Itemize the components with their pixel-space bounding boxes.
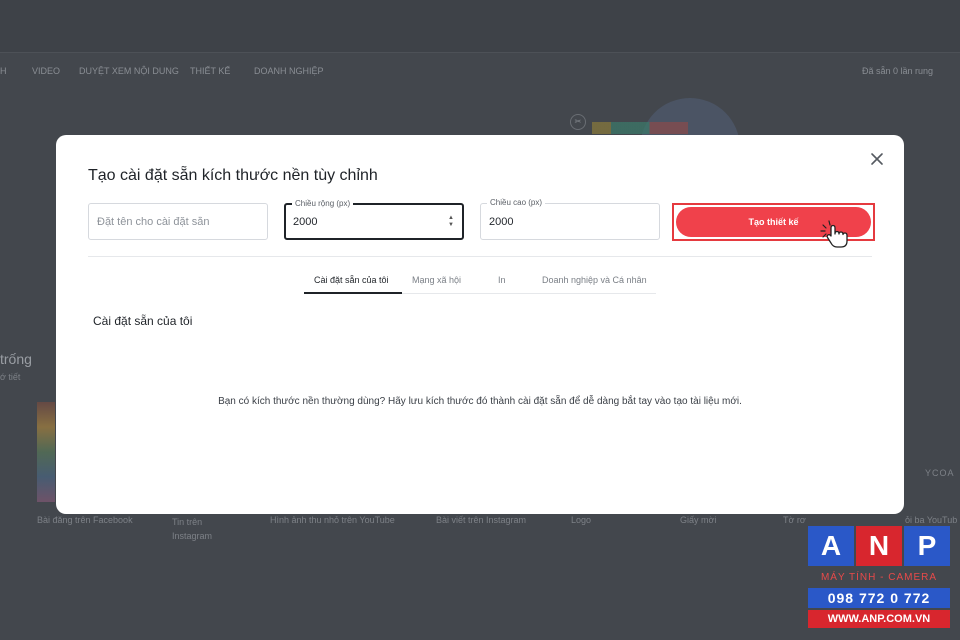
bg-nav-item: H <box>0 66 7 76</box>
width-label: Chiều rộng (px) <box>292 199 354 208</box>
bg-thumbnail <box>37 402 55 502</box>
height-field[interactable]: Chiều cao (px) <box>480 198 660 240</box>
height-input[interactable] <box>489 216 639 228</box>
tab-my-presets[interactable]: Cài đặt sẵn của tôi <box>314 275 389 285</box>
tab-print[interactable]: In <box>498 275 506 285</box>
modal-title: Tạo cài đặt sẵn kích thước nền tùy chỉnh <box>88 167 378 184</box>
bg-heading: trống <box>0 351 32 367</box>
empty-state-message: Bạn có kích thước nền thường dùng? Hãy l… <box>218 396 742 407</box>
logo-letter: A <box>808 526 854 566</box>
bg-template-label: ỏi ba YouTub <box>905 515 958 525</box>
close-icon[interactable] <box>870 152 884 166</box>
background-nav: H VIDEO DUYỆT XEM NỘI DUNG THIẾT KẾ DOAN… <box>0 60 960 82</box>
section-title: Cài đặt sẵn của tôi <box>93 314 193 328</box>
preset-name-input[interactable] <box>97 216 247 228</box>
bg-nav-item: VIDEO <box>32 66 61 76</box>
bg-template-label: Tin trên Instagram <box>172 517 213 541</box>
logo-letters: A N P <box>808 526 950 566</box>
bg-nav-right: Đã sẵn 0 lần rung <box>862 66 934 76</box>
scissors-icon: ✂ <box>570 114 586 130</box>
bg-template-label: Bài đăng trên Facebook <box>37 515 133 525</box>
anp-watermark-logo: A N P MÁY TÍNH - CAMERA 098 772 0 772 WW… <box>808 526 950 630</box>
bg-nav-item: DOANH NGHIỆP <box>254 66 324 76</box>
custom-size-modal: Tạo cài đặt sẵn kích thước nền tùy chỉnh… <box>56 135 904 514</box>
bg-template-label: Hình ảnh thu nhỏ trên YouTube <box>270 515 395 525</box>
width-field[interactable]: Chiều rộng (px) ▲ ▼ <box>284 199 464 240</box>
bg-template-label: Bài viết trên Instagram <box>436 515 527 525</box>
bg-template-label: Giấy mời <box>680 515 717 525</box>
preset-name-field[interactable] <box>88 203 268 240</box>
tab-social-media[interactable]: Mạng xã hội <box>412 275 461 285</box>
logo-phone: 098 772 0 772 <box>808 588 950 608</box>
hand-cursor-icon <box>820 219 854 249</box>
section-divider <box>88 256 872 257</box>
bg-subheading: ớ tiết <box>0 372 21 382</box>
bg-corner-text: YCOA <box>925 468 955 478</box>
tab-business-personal[interactable]: Doanh nghiệp và Cá nhân <box>542 275 647 285</box>
logo-tagline: MÁY TÍNH - CAMERA <box>820 572 938 583</box>
active-tab-indicator <box>304 292 402 294</box>
bg-nav-item: DUYỆT XEM NỘI DUNG <box>79 66 179 76</box>
bg-nav-item: THIẾT KẾ <box>190 66 231 76</box>
bg-color-strip <box>592 122 688 134</box>
chevron-up-icon[interactable]: ▲ <box>447 215 455 222</box>
logo-letter: P <box>904 526 950 566</box>
width-stepper[interactable]: ▲ ▼ <box>447 215 455 229</box>
width-input[interactable] <box>293 216 443 228</box>
logo-letter: N <box>856 526 902 566</box>
logo-website: WWW.ANP.COM.VN <box>808 610 950 628</box>
chevron-down-icon[interactable]: ▼ <box>447 222 455 229</box>
bg-template-label: Tờ rơ <box>783 515 806 525</box>
background-header <box>0 0 960 53</box>
height-label: Chiều cao (px) <box>487 198 546 207</box>
bg-template-label: Logo <box>571 515 592 525</box>
